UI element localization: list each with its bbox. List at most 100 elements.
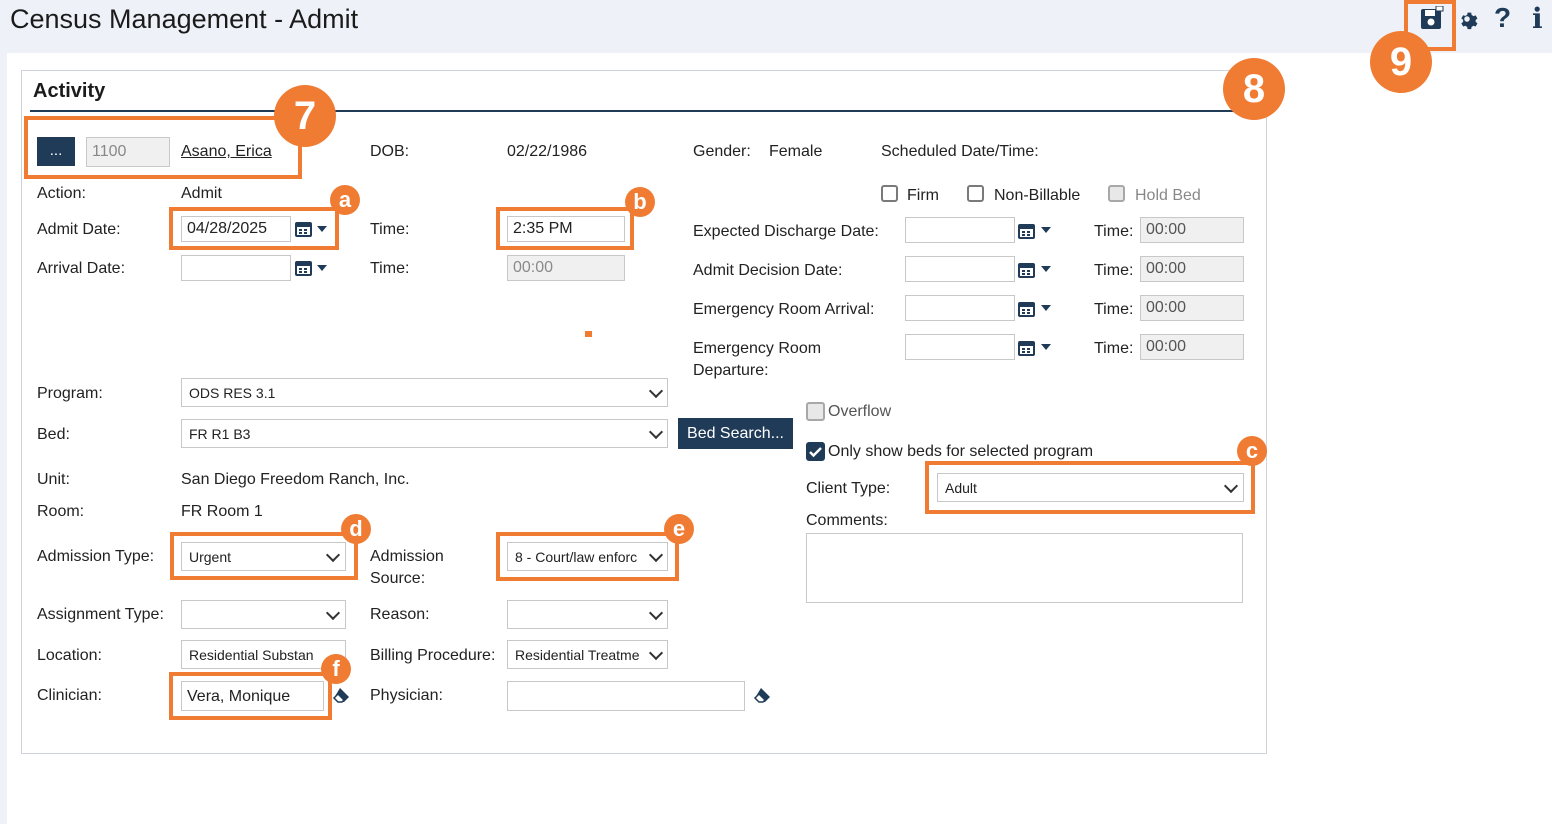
unit-value: San Diego Freedom Ranch, Inc. xyxy=(181,471,410,488)
expected-discharge-label: Expected Discharge Date: xyxy=(693,223,879,240)
callout-7: 7 xyxy=(274,85,336,147)
er-departure-label-2: Departure: xyxy=(693,362,769,379)
admit-decision-label: Admit Decision Date: xyxy=(693,262,843,279)
admit-decision-input[interactable] xyxy=(905,256,1015,282)
assignment-type-select[interactable] xyxy=(181,600,346,629)
callout-8: 8 xyxy=(1223,58,1285,120)
room-label: Room: xyxy=(37,503,85,520)
callout-d: d xyxy=(341,514,371,544)
comments-textarea[interactable] xyxy=(806,533,1243,603)
dob-label: DOB: xyxy=(370,143,410,160)
gender-label: Gender: xyxy=(693,143,751,160)
scheduled-label: Scheduled Date/Time: xyxy=(881,143,1039,160)
client-highlight xyxy=(24,116,302,179)
arrival-time-label: Time: xyxy=(370,260,410,277)
non-billable-label: Non-Billable xyxy=(994,187,1081,204)
calendar-icon[interactable] xyxy=(1018,339,1035,356)
calendar-icon[interactable] xyxy=(1018,261,1035,278)
admit-time-highlight xyxy=(496,207,634,250)
billing-procedure-select[interactable]: Residential Treatme xyxy=(507,640,668,669)
assignment-type-label: Assignment Type: xyxy=(37,606,164,623)
chevron-down-icon[interactable] xyxy=(1041,227,1051,233)
location-label: Location: xyxy=(37,647,102,664)
admission-source-label-1: Admission xyxy=(370,548,444,565)
marker-dot xyxy=(585,331,592,337)
admit-date-highlight xyxy=(169,207,339,250)
section-title: Activity xyxy=(33,80,106,102)
arrival-time-input[interactable]: 00:00 xyxy=(507,255,625,281)
arrival-date-label: Arrival Date: xyxy=(37,260,126,277)
reason-label: Reason: xyxy=(370,606,430,623)
admit-date-label: Admit Date: xyxy=(37,221,121,238)
callout-b: b xyxy=(625,187,655,217)
er-arrival-input[interactable] xyxy=(905,295,1015,321)
time-label: Time: xyxy=(1094,262,1134,279)
clinician-highlight xyxy=(169,672,332,720)
admission-source-label-2: Source: xyxy=(370,570,426,587)
er-departure-label-1: Emergency Room xyxy=(693,340,822,357)
comments-label: Comments: xyxy=(806,512,888,529)
firm-checkbox[interactable] xyxy=(881,185,898,202)
physician-label: Physician: xyxy=(370,687,443,704)
callout-e: e xyxy=(664,514,694,544)
program-select[interactable]: ODS RES 3.1 xyxy=(181,378,668,407)
clinician-label: Clinician: xyxy=(37,687,102,704)
client-type-label: Client Type: xyxy=(806,480,891,497)
non-billable-checkbox[interactable] xyxy=(967,185,984,202)
info-icon[interactable]: i xyxy=(1532,2,1543,35)
checkmark-icon xyxy=(809,447,822,458)
overflow-label: Overflow xyxy=(828,403,892,420)
section-divider xyxy=(30,110,1235,112)
program-label: Program: xyxy=(37,385,103,402)
admit-decision-time[interactable]: 00:00 xyxy=(1140,256,1244,282)
firm-label: Firm xyxy=(907,187,939,204)
action-label: Action: xyxy=(37,185,86,202)
hold-bed-checkbox xyxy=(1108,185,1125,202)
callout-c: c xyxy=(1237,436,1267,466)
calendar-icon[interactable] xyxy=(1018,300,1035,317)
eraser-icon[interactable] xyxy=(332,686,354,704)
expected-discharge-input[interactable] xyxy=(905,217,1015,243)
chevron-down-icon[interactable] xyxy=(317,265,327,271)
left-strip xyxy=(0,53,7,824)
calendar-icon[interactable] xyxy=(295,259,312,276)
calendar-icon[interactable] xyxy=(1018,222,1035,239)
callout-9: 9 xyxy=(1370,31,1432,93)
page-title: Census Management - Admit xyxy=(10,4,359,34)
time-label: Time: xyxy=(1094,301,1134,318)
dob-value: 02/22/1986 xyxy=(507,143,588,160)
only-show-beds-label: Only show beds for selected program xyxy=(828,443,1094,460)
er-departure-time[interactable]: 00:00 xyxy=(1140,334,1244,360)
admission-type-label: Admission Type: xyxy=(37,548,155,565)
question-icon[interactable]: ? xyxy=(1494,2,1511,34)
admission-type-highlight xyxy=(170,532,358,580)
arrival-date-input[interactable] xyxy=(181,255,291,281)
chevron-down-icon[interactable] xyxy=(1041,344,1051,350)
room-value: FR Room 1 xyxy=(181,503,263,520)
hold-bed-label: Hold Bed xyxy=(1135,187,1201,204)
expected-discharge-time[interactable]: 00:00 xyxy=(1140,217,1244,243)
er-arrival-time[interactable]: 00:00 xyxy=(1140,295,1244,321)
bed-select[interactable]: FR R1 B3 xyxy=(181,419,668,448)
action-value: Admit xyxy=(181,185,222,202)
callout-a: a xyxy=(330,185,360,215)
admit-time-label: Time: xyxy=(370,221,410,238)
bed-label: Bed: xyxy=(37,426,70,443)
only-show-beds-checkbox[interactable] xyxy=(806,442,825,461)
callout-f: f xyxy=(321,654,351,684)
gear-icon[interactable] xyxy=(1456,8,1478,30)
unit-label: Unit: xyxy=(37,471,70,488)
chevron-down-icon[interactable] xyxy=(1041,266,1051,272)
reason-select[interactable] xyxy=(507,600,668,629)
physician-input[interactable] xyxy=(507,681,745,711)
er-departure-input[interactable] xyxy=(905,334,1015,360)
eraser-icon[interactable] xyxy=(753,686,775,704)
time-label: Time: xyxy=(1094,223,1134,240)
gender-value: Female xyxy=(769,143,823,160)
chevron-down-icon[interactable] xyxy=(1041,305,1051,311)
client-type-highlight xyxy=(925,461,1255,514)
overflow-checkbox xyxy=(806,402,825,421)
bed-search-button[interactable]: Bed Search... xyxy=(678,418,793,449)
er-arrival-label: Emergency Room Arrival: xyxy=(693,301,875,318)
time-label: Time: xyxy=(1094,340,1134,357)
